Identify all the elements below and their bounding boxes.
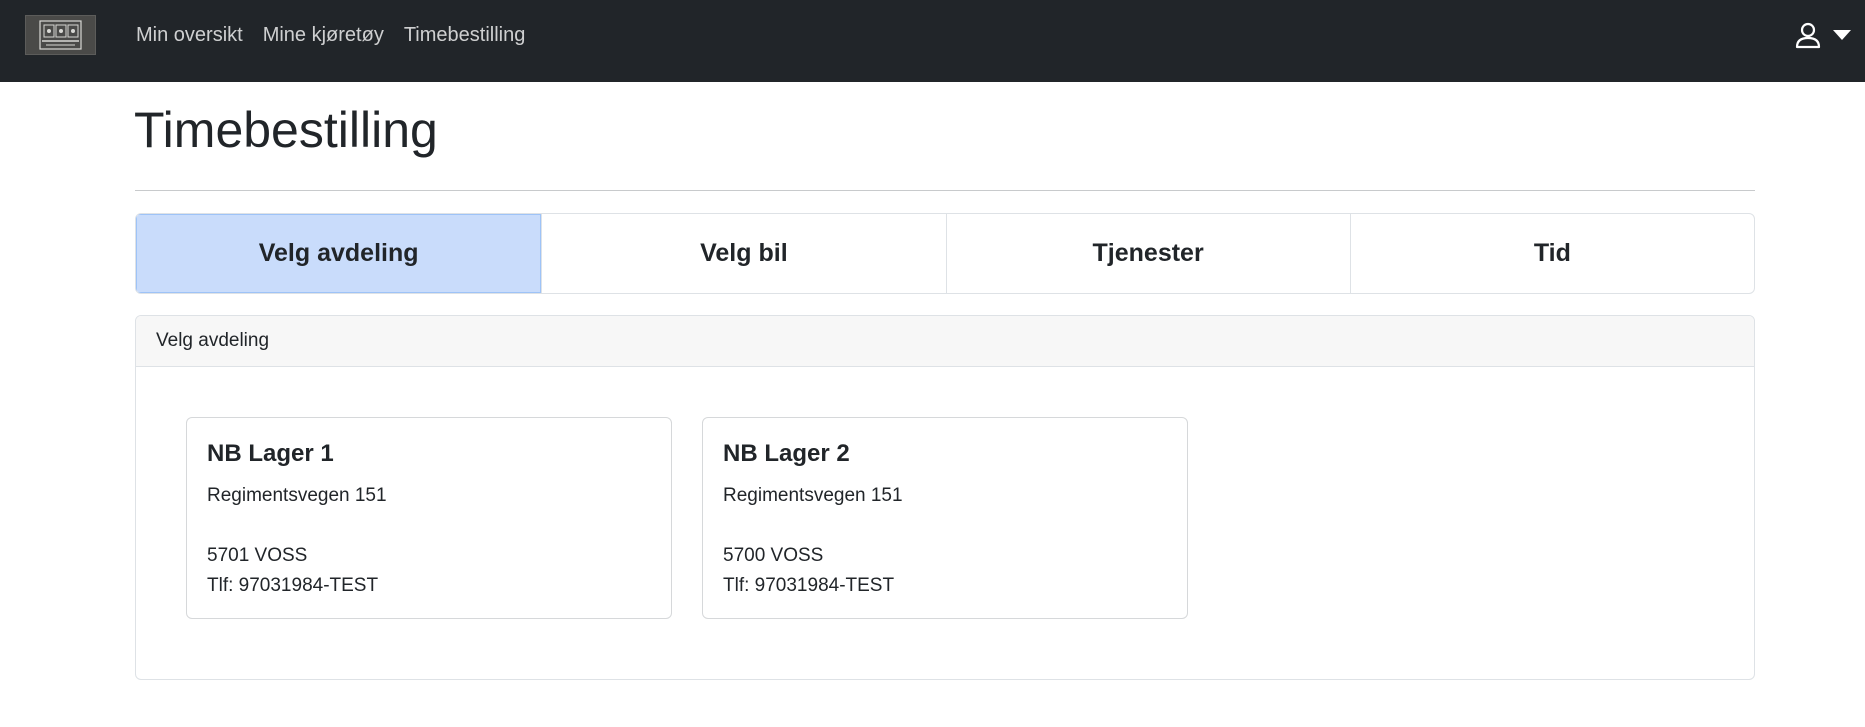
top-navbar: Min oversikt Mine kjøretøy Timebestillin… <box>0 0 1865 82</box>
panel-body: NB Lager 1 Regimentsvegen 151 5701 VOSS … <box>136 367 1754 679</box>
caret-down-icon <box>1833 30 1851 40</box>
department-phone: Tlf: 97031984-TEST <box>723 574 895 596</box>
card-spacer <box>207 511 651 541</box>
title-divider <box>135 190 1755 191</box>
step-velg-avdeling[interactable]: Velg avdeling <box>136 214 542 293</box>
department-panel: Velg avdeling NB Lager 1 Regimentsvegen … <box>135 315 1755 680</box>
brand-logo[interactable] <box>25 15 96 55</box>
step-tid[interactable]: Tid <box>1349 214 1754 293</box>
department-phone: Tlf: 97031984-TEST <box>207 574 379 596</box>
department-street: Regimentsvegen 151 <box>723 484 903 506</box>
page-title: Timebestilling <box>134 102 438 158</box>
nav-link-min-oversikt[interactable]: Min oversikt <box>136 24 243 47</box>
department-card[interactable]: NB Lager 2 Regimentsvegen 151 5700 VOSS … <box>702 417 1188 619</box>
department-name: NB Lager 2 <box>723 440 850 467</box>
department-card[interactable]: NB Lager 1 Regimentsvegen 151 5701 VOSS … <box>186 417 672 619</box>
main-nav: Min oversikt Mine kjøretøy Timebestillin… <box>136 0 545 70</box>
booking-steps: Velg avdeling Velg bil Tjenester Tid <box>135 213 1755 294</box>
nav-link-timebestilling[interactable]: Timebestilling <box>404 24 526 47</box>
department-name: NB Lager 1 <box>207 440 334 467</box>
user-icon <box>1795 22 1821 48</box>
panel-header: Velg avdeling <box>136 316 1754 367</box>
step-velg-bil[interactable]: Velg bil <box>541 214 945 293</box>
department-street: Regimentsvegen 151 <box>207 484 387 506</box>
department-postal: 5700 VOSS <box>723 544 824 566</box>
card-spacer <box>723 511 1167 541</box>
step-tjenester[interactable]: Tjenester <box>945 214 1350 293</box>
department-postal: 5701 VOSS <box>207 544 308 566</box>
user-menu-toggle[interactable] <box>1795 18 1851 52</box>
brand-logo-image <box>39 20 82 50</box>
nav-link-mine-kjoretoy[interactable]: Mine kjøretøy <box>263 24 384 47</box>
